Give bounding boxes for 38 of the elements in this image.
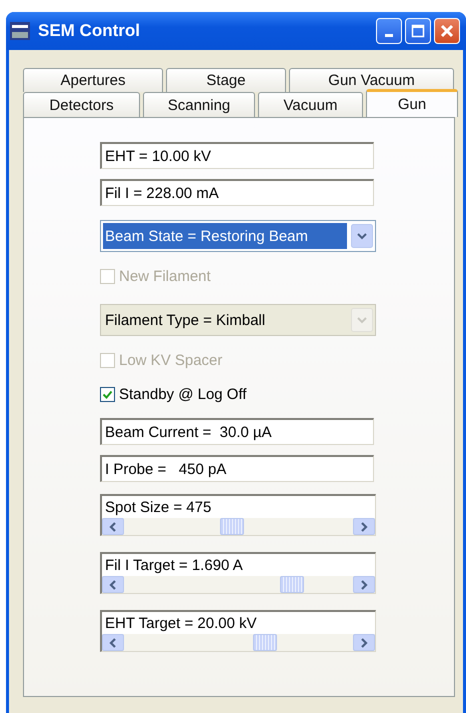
dropdown[interactable]: Beam State = Restoring Beam: [100, 220, 376, 252]
maximize-icon: [411, 24, 425, 38]
slider-reading: Fil I Target = 1.690 A: [104, 556, 244, 576]
close-button[interactable]: [434, 18, 460, 44]
tab[interactable]: Gun: [366, 89, 458, 117]
right-arrow-button[interactable]: [353, 576, 375, 593]
input-field[interactable]: Fil I = 228.00 mA: [100, 179, 374, 206]
close-icon: [440, 24, 454, 38]
slider-thumb[interactable]: [253, 634, 278, 651]
minimize-button[interactable]: [376, 18, 402, 44]
checkbox[interactable]: [100, 386, 115, 402]
left-arrow-button[interactable]: [102, 634, 124, 651]
tab[interactable]: Gun Vacuum: [289, 68, 454, 92]
checkbox-label: Standby @ Log Off: [119, 386, 247, 402]
slider-reading: Spot Size = 475: [104, 498, 212, 518]
chevron-icon: [351, 224, 373, 248]
checkbox-label: New Filament: [119, 268, 211, 284]
right-arrow-button[interactable]: [353, 518, 375, 535]
tab[interactable]: Apertures: [23, 68, 163, 92]
input-field[interactable]: Beam Current = 30.0 µA: [100, 418, 374, 445]
window-title: SEM Control: [38, 21, 141, 41]
tab[interactable]: Stage: [166, 68, 286, 92]
app-icon: [10, 22, 30, 40]
left-arrow-button[interactable]: [102, 518, 124, 535]
maximize-button[interactable]: [405, 18, 431, 44]
tab[interactable]: Scanning: [143, 92, 255, 117]
tab[interactable]: Detectors: [23, 92, 140, 117]
slider-reading: EHT Target = 20.00 kV: [104, 614, 258, 634]
tab[interactable]: Vacuum: [258, 92, 363, 117]
chevron-icon: [351, 308, 373, 332]
left-arrow-button[interactable]: [102, 576, 124, 593]
slider-thumb[interactable]: [220, 518, 244, 535]
right-arrow-button[interactable]: [353, 634, 375, 651]
input-field[interactable]: EHT = 10.00 kV: [100, 142, 374, 169]
minimize-icon: [385, 34, 393, 36]
input-field[interactable]: I Probe = 450 pA: [100, 455, 374, 482]
slider-thumb[interactable]: [280, 576, 304, 593]
checkbox-label: Low KV Spacer: [119, 352, 222, 368]
